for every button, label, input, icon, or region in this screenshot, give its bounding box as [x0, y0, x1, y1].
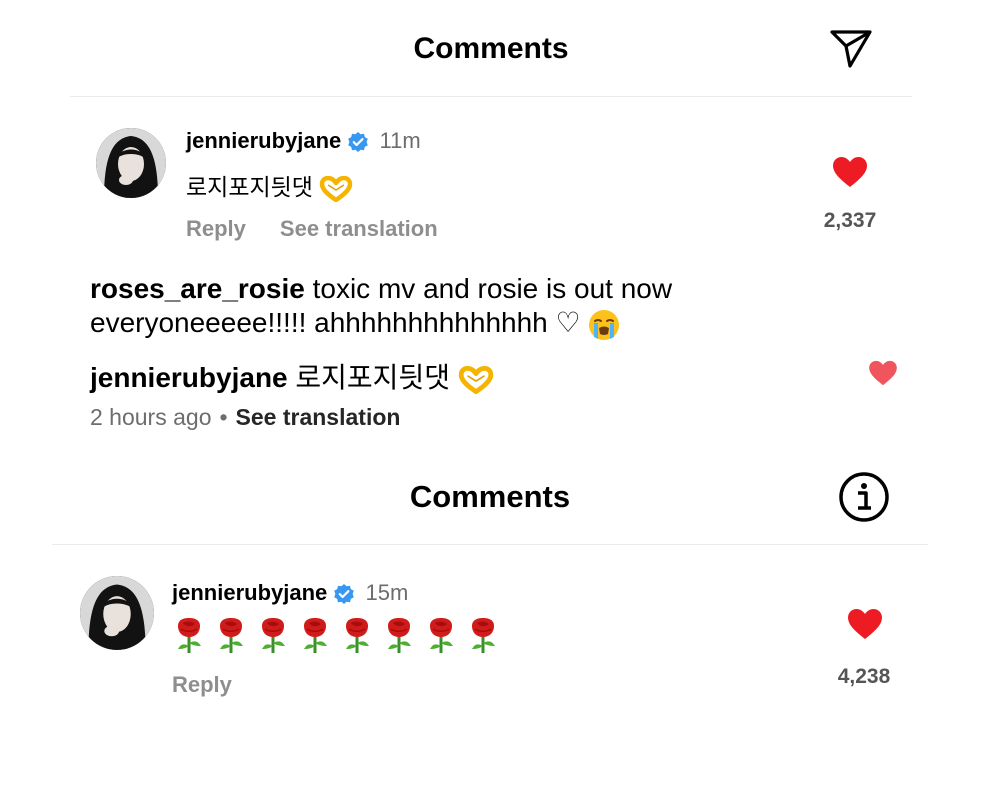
username[interactable]: jennierubyjane [90, 362, 288, 393]
comment-header: jennierubyjane 11m [186, 128, 421, 154]
avatar[interactable] [96, 128, 166, 198]
comment-time: 2 hours ago [90, 404, 212, 430]
reply-button[interactable]: Reply [186, 216, 246, 241]
comment-text: 로지포지딋댓 [186, 168, 353, 202]
comment-text [172, 616, 508, 654]
see-translation-button[interactable]: See translation [280, 216, 438, 241]
verified-badge-icon [334, 584, 355, 605]
username[interactable]: jennierubyjane [186, 128, 341, 153]
comment-time: 15m [365, 580, 409, 605]
verified-badge-icon [348, 132, 369, 153]
comments-panel-1: Comments jennierubyjane 11m 로지포지딋댓 Reply… [70, 10, 912, 272]
divider [70, 96, 912, 97]
panel-header: Comments [70, 10, 912, 96]
rose-emoji [172, 616, 207, 654]
rose-emoji [382, 616, 417, 654]
rose-emoji [256, 616, 291, 654]
username[interactable]: roses_are_rosie [90, 273, 305, 304]
rose-emoji [340, 616, 375, 654]
comment-body: 로지포지딋댓 [186, 174, 313, 200]
like-heart-icon[interactable] [832, 156, 868, 188]
rose-emoji [298, 616, 333, 654]
reply-button[interactable]: Reply [172, 672, 232, 698]
like-count: 2,337 [823, 209, 877, 232]
rose-emoji [424, 616, 459, 654]
like-heart-icon[interactable] [868, 360, 898, 386]
comment-thread: roses_are_rosie toxic mv and rosie is ou… [0, 270, 1000, 440]
heart-hands-emoji [320, 175, 353, 202]
username[interactable]: jennierubyjane [172, 580, 327, 605]
info-icon[interactable] [838, 471, 890, 523]
divider [52, 544, 928, 545]
comment-meta: 2 hours ago • See translation [90, 404, 400, 431]
comment: roses_are_rosie toxic mv and rosie is ou… [90, 272, 790, 341]
loudly-crying-face-emoji [589, 309, 620, 340]
send-icon[interactable] [826, 26, 876, 70]
comment-header: jennierubyjane 15m [172, 580, 408, 606]
reply-comment: jennierubyjane 로지포지딋댓 [90, 356, 494, 396]
avatar[interactable] [80, 576, 154, 650]
like-count: 4,238 [837, 665, 891, 688]
like-heart-icon[interactable] [847, 608, 883, 640]
comment-time: 11m [379, 128, 421, 153]
panel-title: Comments [409, 479, 571, 514]
see-translation-button[interactable]: See translation [236, 404, 401, 430]
heart-hands-emoji [458, 365, 493, 394]
comment-actions: Reply See translation [186, 216, 438, 242]
comments-panel-2: Comments jennierubyjane 15m Reply 4,238 [52, 452, 928, 785]
separator: • [219, 404, 228, 430]
rose-emoji [466, 616, 501, 654]
reply-text: 로지포지딋댓 [295, 362, 450, 393]
panel-title: Comments [413, 32, 569, 65]
rose-emoji [214, 616, 249, 654]
